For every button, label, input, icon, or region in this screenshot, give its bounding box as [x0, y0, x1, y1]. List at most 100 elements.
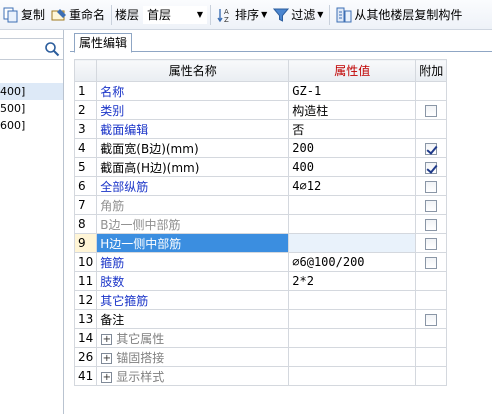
extra-checkbox[interactable]	[425, 199, 438, 212]
extra-cell[interactable]	[415, 100, 448, 120]
row-index: 3	[73, 119, 98, 139]
property-name-cell[interactable]: 其它箍筋	[96, 290, 290, 310]
property-name-cell[interactable]: 截面宽(B边)(mm)	[96, 138, 290, 158]
property-name-cell[interactable]: 肢数	[96, 271, 290, 291]
copy-from-other-floor-button[interactable]: 从其他楼层复制构件	[333, 4, 465, 26]
property-value-cell[interactable]: 2*2	[288, 271, 417, 291]
copy-button[interactable]: 复制	[0, 4, 48, 26]
extra-checkbox[interactable]	[425, 237, 438, 250]
property-name-cell[interactable]: 类别	[96, 100, 290, 120]
extra-checkbox[interactable]	[425, 142, 438, 155]
property-name-cell[interactable]: + 显示样式	[96, 366, 290, 386]
tab-property-edit[interactable]: 属性编辑	[74, 33, 133, 53]
table-row[interactable]: 5 截面高(H边)(mm) 400	[73, 157, 448, 177]
expand-icon[interactable]: +	[101, 352, 113, 364]
property-value-cell[interactable]: 200	[288, 138, 417, 158]
row-index: 8	[73, 214, 98, 234]
list-item[interactable]: 400]	[0, 83, 63, 100]
property-value-cell[interactable]: 构造柱	[288, 100, 417, 120]
property-value-cell[interactable]	[288, 290, 417, 310]
property-name: 截面宽(B边)(mm)	[100, 141, 199, 156]
header-index	[73, 59, 98, 82]
list-item[interactable]: 500]	[0, 100, 63, 117]
property-value-cell[interactable]	[288, 366, 417, 386]
extra-cell[interactable]	[415, 252, 448, 272]
property-name: 锚固搭接	[116, 350, 165, 365]
list-item[interactable]: 600]	[0, 117, 63, 134]
property-value-cell[interactable]	[288, 214, 417, 234]
row-index: 14	[73, 328, 98, 348]
property-value-cell[interactable]	[288, 347, 417, 367]
property-panel: 属性编辑 属性名称 属性值 附加 1 名称 GZ-1 2 类别 构造柱 3 截面编辑否 4 截面宽…	[70, 30, 492, 414]
toolbar-separator	[111, 4, 113, 25]
property-name-cell[interactable]: H边一侧中部筋	[96, 233, 290, 253]
extra-cell	[415, 328, 448, 348]
property-name-cell[interactable]: 箍筋	[96, 252, 290, 272]
header-property-value: 属性值	[288, 59, 417, 82]
extra-checkbox[interactable]	[425, 104, 438, 117]
table-row[interactable]: 9 H边一侧中部筋	[73, 233, 448, 253]
extra-checkbox[interactable]	[425, 161, 438, 174]
property-name-cell[interactable]: + 其它属性	[96, 328, 290, 348]
property-name-cell[interactable]: 截面编辑	[96, 119, 290, 139]
extra-checkbox[interactable]	[425, 218, 438, 231]
row-index: 7	[73, 195, 98, 215]
toolbar: 复制 重命名 楼层 首层 ▼ A Z 排序 ▼ 过滤 ▼ 从其他楼层复制构件	[0, 0, 492, 30]
extra-cell[interactable]	[415, 176, 448, 196]
table-row[interactable]: 12 其它箍筋	[73, 290, 448, 310]
extra-cell	[415, 119, 448, 139]
property-name-cell[interactable]: 全部纵筋	[96, 176, 290, 196]
grid-body: 1 名称 GZ-1 2 类别 构造柱 3 截面编辑否 4 截面宽(B边)(mm) 200 5 截面高(H…	[73, 81, 448, 386]
extra-checkbox[interactable]	[425, 313, 438, 326]
extra-cell[interactable]	[415, 157, 448, 177]
table-row[interactable]: 41 + 显示样式	[73, 366, 448, 386]
component-list: 400] 500] 600]	[0, 83, 63, 134]
chevron-down-icon: ▼	[317, 10, 324, 19]
extra-cell[interactable]	[415, 309, 448, 329]
extra-cell[interactable]	[415, 214, 448, 234]
table-row[interactable]: 6 全部纵筋 4⌀12	[73, 176, 448, 196]
expand-icon[interactable]: +	[101, 371, 113, 383]
table-row[interactable]: 10 箍筋 ⌀6@100/200	[73, 252, 448, 272]
table-row[interactable]: 11 肢数 2*2	[73, 271, 448, 291]
property-name-cell[interactable]: 名称	[96, 81, 290, 101]
table-row[interactable]: 3 截面编辑 否	[73, 119, 448, 139]
property-value-cell[interactable]: 否	[288, 119, 417, 139]
extra-cell[interactable]	[415, 233, 448, 253]
extra-checkbox[interactable]	[425, 256, 438, 269]
search-box[interactable]	[0, 38, 63, 60]
table-row[interactable]: 4 截面宽(B边)(mm) 200	[73, 138, 448, 158]
property-name-cell[interactable]: 截面高(H边)(mm)	[96, 157, 290, 177]
rename-button[interactable]: 重命名	[48, 4, 108, 26]
extra-checkbox[interactable]	[425, 180, 438, 193]
property-value-cell[interactable]: 400	[288, 157, 417, 177]
table-row[interactable]: 26 + 锚固搭接	[73, 347, 448, 367]
property-value-cell[interactable]	[288, 195, 417, 215]
floor-label: 楼层	[115, 8, 140, 22]
search-icon[interactable]	[43, 40, 61, 58]
property-name-cell[interactable]: 角筋	[96, 195, 290, 215]
property-name-cell[interactable]: B边一侧中部筋	[96, 214, 290, 234]
property-value-cell[interactable]	[288, 309, 417, 329]
extra-cell[interactable]	[415, 138, 448, 158]
floor-select[interactable]: 首层 ▼	[143, 5, 208, 24]
extra-cell[interactable]	[415, 195, 448, 215]
property-name-cell[interactable]: + 锚固搭接	[96, 347, 290, 367]
property-value-cell[interactable]: ⌀6@100/200	[288, 252, 417, 272]
table-row[interactable]: 1 名称 GZ-1	[73, 81, 448, 101]
table-row[interactable]: 13 备注	[73, 309, 448, 329]
table-row[interactable]: 2 类别 构造柱	[73, 100, 448, 120]
table-row[interactable]: 7 角筋	[73, 195, 448, 215]
property-value-cell[interactable]	[288, 233, 417, 253]
table-row[interactable]: 8 B边一侧中部筋	[73, 214, 448, 234]
property-name-cell[interactable]: 备注	[96, 309, 290, 329]
property-value-cell[interactable]	[288, 328, 417, 348]
property-value-cell[interactable]: GZ-1	[288, 81, 417, 101]
property-value-cell[interactable]: 4⌀12	[288, 176, 417, 196]
table-row[interactable]: 14 + 其它属性	[73, 328, 448, 348]
sort-button[interactable]: A Z 排序 ▼	[214, 4, 270, 26]
grid-header-row: 属性名称 属性值 附加	[73, 59, 448, 82]
property-name: 肢数	[100, 274, 125, 289]
expand-icon[interactable]: +	[101, 333, 113, 345]
filter-button[interactable]: 过滤 ▼	[270, 4, 326, 26]
